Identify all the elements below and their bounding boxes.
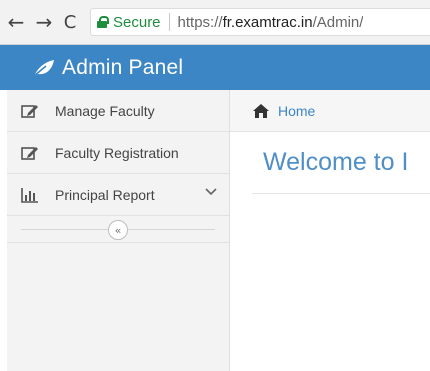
sidebar-item-label: Faculty Registration: [55, 144, 179, 161]
welcome-heading: Welcome to I: [263, 148, 409, 176]
address-bar[interactable]: Secure https://fr.examtrac.in/Admin/: [90, 8, 430, 36]
sidebar-item-principal-report[interactable]: Principal Report: [7, 174, 229, 216]
home-icon[interactable]: [252, 103, 270, 119]
collapse-sidebar-button[interactable]: «: [108, 220, 128, 240]
secure-label: Secure: [113, 13, 161, 31]
chevron-down-icon[interactable]: [205, 188, 217, 196]
edit-icon: [21, 103, 39, 119]
edit-icon: [21, 145, 39, 161]
sidebar-item-faculty-registration[interactable]: Faculty Registration: [7, 132, 229, 174]
back-button[interactable]: ←: [4, 10, 28, 34]
reload-button[interactable]: C: [58, 10, 82, 34]
breadcrumb: Home: [230, 90, 430, 132]
heading-divider: [252, 193, 430, 194]
breadcrumb-home-link[interactable]: Home: [278, 103, 315, 119]
sidebar-collapse-row: «: [7, 216, 229, 243]
lock-icon: [97, 16, 109, 28]
admin-header: Admin Panel: [0, 45, 430, 90]
browser-toolbar: ← → C Secure https://fr.examtrac.in/Admi…: [0, 0, 430, 45]
app-title: Admin Panel: [62, 55, 184, 79]
forward-button[interactable]: →: [32, 10, 56, 34]
bar-chart-icon: [21, 187, 39, 203]
sidebar: Manage Faculty Faculty Registration Prin…: [7, 90, 230, 371]
url-text[interactable]: https://fr.examtrac.in/Admin/: [178, 14, 364, 31]
sidebar-item-label: Manage Faculty: [55, 102, 155, 119]
address-separator: [168, 13, 170, 31]
sidebar-item-label: Principal Report: [55, 186, 155, 203]
leaf-icon: [33, 59, 54, 77]
sidebar-item-manage-faculty[interactable]: Manage Faculty: [7, 90, 229, 132]
